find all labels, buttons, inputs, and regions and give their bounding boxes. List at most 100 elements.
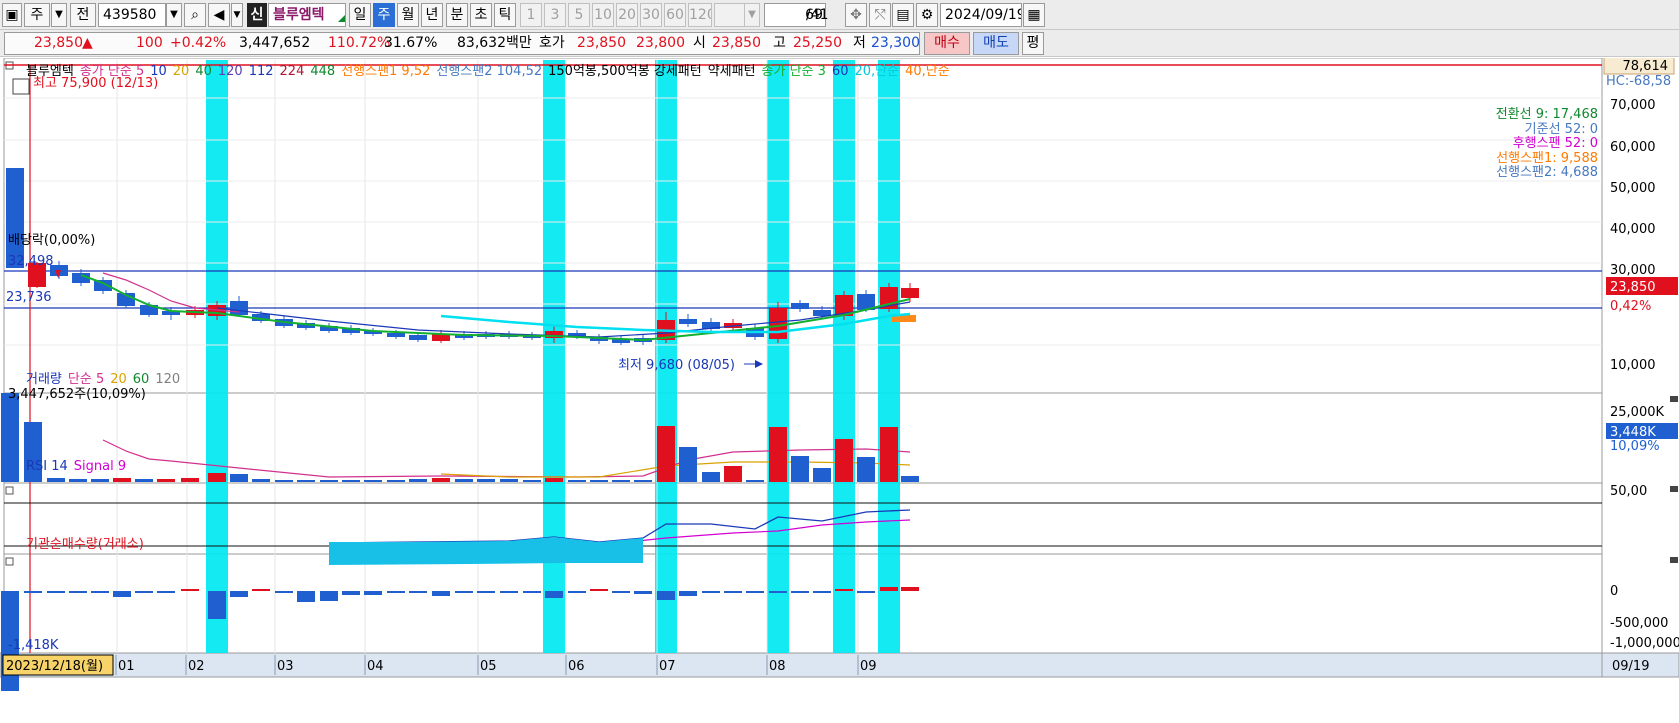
period-minute-button[interactable]: 분 (446, 3, 468, 27)
institution-bar (901, 587, 919, 591)
speaker-dropdown-icon[interactable]: ▼ (231, 3, 243, 27)
hc-value: HC:-68,58 (1606, 74, 1671, 89)
institution-bar (769, 591, 787, 593)
time-axis-tick: 03 (277, 659, 294, 674)
institution-bar (24, 591, 42, 593)
highlight-column (543, 60, 565, 653)
institution-bar (91, 591, 109, 593)
ichimoku-value: 선행스팬2: 4,688 (1496, 164, 1598, 180)
save-icon[interactable]: ▤ (892, 3, 914, 27)
top-value: 78,614 (1623, 59, 1669, 74)
volume-tag-pct: 10,09% (1610, 439, 1660, 454)
new-listing-badge: 신 (247, 3, 267, 27)
buy-button[interactable]: 매수 (924, 32, 970, 55)
volume-bar (679, 447, 697, 482)
legend-entry: 60 (133, 372, 150, 387)
volume-bar (69, 479, 87, 482)
panel-close-icon (1670, 486, 1678, 492)
high-label: 고 (773, 35, 786, 51)
search-icon[interactable]: ⌕ (184, 3, 206, 27)
institution-panel-legend: 기관순매수량(거래소) (26, 537, 144, 552)
stock-name-corner-icon (336, 3, 346, 27)
volume-bar (364, 480, 382, 482)
candle-up (769, 308, 787, 339)
calendar-icon[interactable]: ▦ (1023, 3, 1045, 27)
open-price: 23,850 (712, 35, 761, 51)
evaluate-button[interactable]: 평 (1022, 32, 1044, 55)
volume-bar (500, 479, 518, 482)
date-input[interactable]: 2024/09/19 (940, 3, 1022, 27)
interval-120-button[interactable]: 120 (688, 3, 712, 27)
volume-bar (835, 439, 853, 482)
time-axis-tick: 04 (367, 659, 384, 674)
period-second-button[interactable]: 초 (470, 3, 492, 27)
speaker-icon[interactable]: ◀ (208, 3, 230, 27)
candle-down (791, 303, 809, 309)
volume-bar (157, 479, 175, 482)
upper-level-label: 32,498 (8, 254, 54, 269)
bid-price: 23,800 (636, 35, 685, 51)
interval-3-button[interactable]: 3 (544, 3, 566, 27)
volume-bar (135, 479, 153, 482)
institution-bar (69, 591, 87, 593)
quote-bar: 23,850 ▲ 100 +0.42% 3,447,652 110.72% 31… (0, 30, 1679, 57)
period-unit-dropdown-icon[interactable]: ▼ (51, 3, 67, 27)
legend-entry: Signal 9 (74, 459, 126, 474)
interval-1-button[interactable]: 1 (520, 3, 542, 27)
institution-bar (409, 591, 427, 593)
candle-down (230, 301, 248, 315)
panel-frame (3, 482, 1603, 555)
period-week-button[interactable]: 주 (373, 3, 395, 27)
change-arrow-icon: ▲ (82, 35, 93, 51)
period-tick-button[interactable]: 틱 (494, 3, 516, 27)
current-price: 23,850 (34, 35, 83, 51)
time-axis-tick: 02 (188, 659, 205, 674)
time-axis-tick: 06 (568, 659, 585, 674)
institution-bar (545, 591, 563, 598)
code-input[interactable]: 439580 (98, 3, 166, 27)
volume-bar (252, 479, 270, 482)
volume-tag-value: 3,448K (1610, 425, 1656, 440)
volume-bar (47, 478, 65, 482)
interval-30-button[interactable]: 30 (640, 3, 662, 27)
volume-bar (455, 479, 473, 482)
stock-chart[interactable]: 블루엠텍 종가 단순 5 10 20 40 120 112 224 448 선행스팬1 9,52 선… (0, 58, 1679, 723)
candle-down (387, 333, 405, 337)
stock-name-field[interactable]: 블루엠텍 (268, 3, 346, 27)
price-axis-tick: 50,000 (1610, 181, 1656, 196)
code-dropdown-icon[interactable]: ▼ (166, 3, 182, 27)
legend-entry: 150억봉,500억봉 강세패턴 (548, 64, 702, 79)
view-count-total: /41 (806, 7, 829, 23)
pointer-tool-icon[interactable]: ✥ (845, 3, 867, 27)
interval-10-button[interactable]: 10 (592, 3, 614, 27)
chart-menu-icon[interactable]: ▣ (2, 3, 22, 27)
gear-icon[interactable]: ⚙ (916, 3, 938, 27)
institution-bar (590, 589, 608, 591)
crosshair-tool-icon[interactable]: ⤲ (869, 3, 891, 27)
legend-entry: 120 (218, 64, 243, 79)
price-panel-legend: 블루엠텍 종가 단순 5 10 20 40 120 112 224 448 선행스팬1 9,52 선… (26, 63, 950, 79)
time-axis-tick: 08 (769, 659, 786, 674)
period-unit-select[interactable]: 주 (24, 3, 50, 27)
institution-bar (724, 591, 742, 593)
interval-20-button[interactable]: 20 (616, 3, 638, 27)
period-month-button[interactable]: 월 (397, 3, 419, 27)
prev-button[interactable]: 전 (70, 3, 96, 27)
period-day-button[interactable]: 일 (349, 3, 371, 27)
panel-close-icon (1670, 396, 1678, 402)
volume-bar (857, 457, 875, 482)
legend-entry: 120 (155, 372, 180, 387)
sell-button[interactable]: 매도 (973, 32, 1019, 55)
change-percent: +0.42% (170, 35, 227, 51)
volume-bar (813, 468, 831, 482)
volume-bar (297, 480, 315, 482)
interval-dropdown-icon[interactable]: ▼ (744, 3, 760, 27)
interval-5-button[interactable]: 5 (568, 3, 590, 27)
candle-up (901, 288, 919, 298)
volume-bar (523, 480, 541, 482)
legend-entry: 20 (110, 372, 127, 387)
rsi-axis-tick: 50,00 (1610, 484, 1647, 499)
period-year-button[interactable]: 년 (421, 3, 443, 27)
volume-bar (432, 478, 450, 482)
interval-60-button[interactable]: 60 (664, 3, 686, 27)
